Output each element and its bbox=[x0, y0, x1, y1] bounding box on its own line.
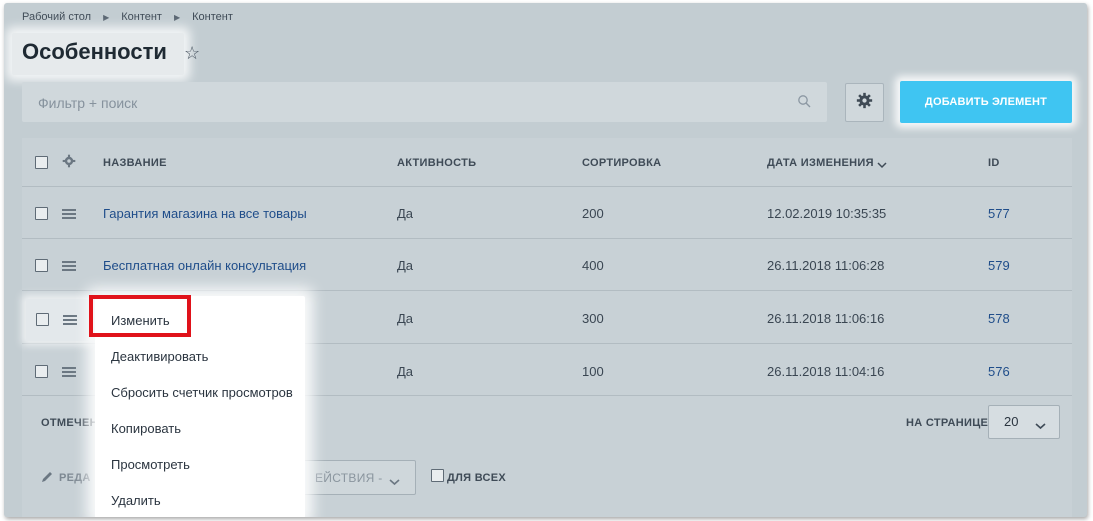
menu-item-deactivate[interactable]: Деактивировать bbox=[111, 349, 208, 364]
row-date: 26.11.2018 11:06:16 bbox=[767, 311, 885, 326]
row-checkbox[interactable] bbox=[36, 313, 49, 326]
actions-select[interactable]: ЕЙСТВИЯ - bbox=[292, 460, 416, 495]
per-page-select[interactable]: 20 bbox=[988, 405, 1060, 439]
admin-window: Рабочий стол ▶ Контент ▶ Контент Особенн… bbox=[4, 3, 1087, 517]
pencil-icon bbox=[40, 470, 54, 489]
hamburger-icon[interactable] bbox=[62, 367, 76, 377]
table-row[interactable]: Гарантия магазина на все товары Да 200 1… bbox=[22, 187, 1072, 239]
active-row-handle bbox=[26, 299, 90, 341]
row-sort: 100 bbox=[582, 364, 604, 379]
row-active: Да bbox=[397, 311, 414, 326]
row-date: 26.11.2018 11:04:16 bbox=[767, 364, 885, 379]
page-title-highlight: Особенности bbox=[12, 33, 184, 75]
row-checkbox[interactable] bbox=[35, 365, 48, 378]
add-element-button[interactable]: ДОБАВИТЬ ЭЛЕМЕНТ bbox=[900, 81, 1072, 123]
table-row[interactable]: Бесплатная онлайн консультация Да 400 26… bbox=[22, 239, 1072, 291]
per-page-value: 20 bbox=[1004, 414, 1019, 429]
hamburger-icon[interactable] bbox=[63, 315, 77, 325]
breadcrumb: Рабочий стол ▶ Контент ▶ Контент bbox=[22, 11, 233, 23]
chevron-down-icon bbox=[389, 473, 400, 491]
actions-select-value: ЕЙСТВИЯ - bbox=[315, 471, 383, 485]
row-id-link[interactable]: 578 bbox=[988, 311, 1010, 326]
for-all-checkbox[interactable] bbox=[431, 469, 444, 482]
row-active: Да bbox=[397, 206, 414, 221]
filter-placeholder: Фильтр + поиск bbox=[38, 95, 138, 111]
table-header: НАЗВАНИЕ АКТИВНОСТЬ СОРТИРОВКА ДАТА ИЗМЕ… bbox=[22, 138, 1072, 187]
gear-icon bbox=[856, 92, 873, 114]
column-header-sort[interactable]: СОРТИРОВКА bbox=[582, 157, 661, 169]
row-name-link[interactable]: Бесплатная онлайн консультация bbox=[103, 258, 306, 273]
row-sort: 300 bbox=[582, 311, 604, 326]
row-date: 26.11.2018 11:06:28 bbox=[767, 258, 885, 273]
chevron-down-icon[interactable] bbox=[877, 156, 887, 174]
for-all-label: ДЛЯ ВСЕХ bbox=[447, 472, 507, 484]
row-active: Да bbox=[397, 258, 414, 273]
hamburger-icon[interactable] bbox=[62, 261, 76, 271]
star-icon[interactable]: ☆ bbox=[184, 43, 200, 64]
row-name-link[interactable]: Гарантия магазина на все товары bbox=[103, 206, 307, 221]
marked-count-label: ОТМЕЧЕН bbox=[41, 417, 98, 429]
hamburger-icon[interactable] bbox=[62, 209, 76, 219]
filter-search-input[interactable]: Фильтр + поиск bbox=[22, 82, 827, 122]
row-id-link[interactable]: 577 bbox=[988, 206, 1010, 221]
row-checkbox[interactable] bbox=[35, 207, 48, 220]
row-id-link[interactable]: 576 bbox=[988, 364, 1010, 379]
row-active: Да bbox=[397, 364, 414, 379]
row-date: 12.02.2019 10:35:35 bbox=[767, 206, 887, 221]
per-page-label: НА СТРАНИЦЕ: bbox=[906, 417, 993, 429]
row-sort: 400 bbox=[582, 258, 604, 273]
chevron-down-icon bbox=[1035, 417, 1046, 435]
menu-item-copy[interactable]: Копировать bbox=[111, 421, 181, 436]
column-header-active[interactable]: АКТИВНОСТЬ bbox=[397, 157, 476, 169]
breadcrumb-item-content[interactable]: Контент bbox=[121, 11, 162, 23]
page-title: Особенности bbox=[22, 39, 167, 64]
menu-item-delete[interactable]: Удалить bbox=[111, 493, 161, 508]
chevron-right-icon: ▶ bbox=[173, 12, 181, 22]
highlight-edit-box bbox=[89, 295, 191, 337]
chevron-right-icon: ▶ bbox=[103, 12, 110, 22]
menu-item-view[interactable]: Просмотреть bbox=[111, 457, 190, 472]
row-checkbox[interactable] bbox=[35, 259, 48, 272]
row-sort: 200 bbox=[582, 206, 604, 221]
row-id-link[interactable]: 579 bbox=[988, 258, 1010, 273]
search-icon[interactable] bbox=[797, 94, 811, 113]
menu-item-reset-views[interactable]: Сбросить счетчик просмотров bbox=[111, 385, 293, 400]
gear-icon[interactable] bbox=[62, 154, 76, 173]
column-header-date[interactable]: ДАТА ИЗМЕНЕНИЯ bbox=[767, 157, 874, 169]
breadcrumb-item-desktop[interactable]: Рабочий стол bbox=[22, 11, 91, 23]
column-header-name[interactable]: НАЗВАНИЕ bbox=[103, 157, 167, 169]
select-all-checkbox[interactable] bbox=[35, 156, 48, 169]
breadcrumb-item-content-current[interactable]: Контент bbox=[192, 11, 233, 23]
column-header-id[interactable]: ID bbox=[988, 157, 1000, 169]
edit-button[interactable]: РЕДА bbox=[59, 472, 91, 484]
settings-button[interactable] bbox=[845, 83, 884, 122]
